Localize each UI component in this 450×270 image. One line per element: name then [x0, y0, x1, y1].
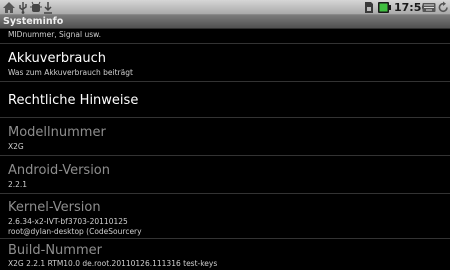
- list-item-subtitle: 2.6.34-x2-IVT-bf3703-20110125: [8, 217, 128, 226]
- screen: 17:56 Systeminfo MIDnummer, Signal usw. …: [0, 0, 450, 270]
- usb-debugging-icon: [30, 1, 42, 12]
- list-item-legal-notices[interactable]: Rechtliche Hinweise: [0, 82, 450, 116]
- list-item-title: Android-Version: [8, 163, 110, 178]
- list-item-android-version[interactable]: Android-Version 2.2.1: [0, 156, 450, 192]
- battery-icon: [378, 2, 391, 13]
- page-title: Systeminfo: [3, 16, 64, 27]
- settings-list: MIDnummer, Signal usw. Akkuverbrauch Was…: [0, 29, 450, 270]
- home-icon: [3, 2, 15, 13]
- download-icon: [44, 2, 52, 14]
- list-item-subtitle: MIDnummer, Signal usw.: [8, 30, 101, 39]
- list-item-kernel-version: Kernel-Version 2.6.34-x2-IVT-bf3703-2011…: [0, 194, 450, 238]
- list-item-title: Modellnummer: [8, 125, 106, 140]
- list-item-subtitle: X2G 2.2.1 RTM10.0 de.root.20110126.11131…: [8, 259, 218, 268]
- list-item-build-number: Build-Nummer X2G 2.2.1 RTM10.0 de.root.2…: [0, 239, 450, 270]
- list-item-subtitle: Was zum Akkuverbrauch beiträgt: [8, 68, 133, 77]
- list-item-subtitle-line2: root@dylan-desktop (CodeSourcery: [8, 227, 142, 236]
- list-item-title: Akkuverbrauch: [8, 51, 107, 66]
- list-item-battery-usage[interactable]: Akkuverbrauch Was zum Akkuverbrauch beit…: [0, 44, 450, 80]
- usb-icon: [19, 2, 27, 14]
- list-item-subtitle: 2.2.1: [8, 180, 28, 189]
- rotate-icon[interactable]: [437, 1, 450, 14]
- sim-icon: [365, 2, 373, 13]
- list-item-title: Kernel-Version: [8, 200, 101, 215]
- keyboard-icon[interactable]: [422, 1, 436, 14]
- list-item-title: Rechtliche Hinweise: [8, 93, 139, 108]
- list-item-model-number: Modellnummer X2G: [0, 118, 450, 154]
- status-bar: 17:56: [0, 0, 450, 15]
- list-item-status[interactable]: MIDnummer, Signal usw.: [0, 29, 450, 43]
- title-bar: Systeminfo: [0, 15, 450, 29]
- list-item-title: Build-Nummer: [8, 243, 102, 258]
- list-item-subtitle: X2G: [8, 142, 24, 151]
